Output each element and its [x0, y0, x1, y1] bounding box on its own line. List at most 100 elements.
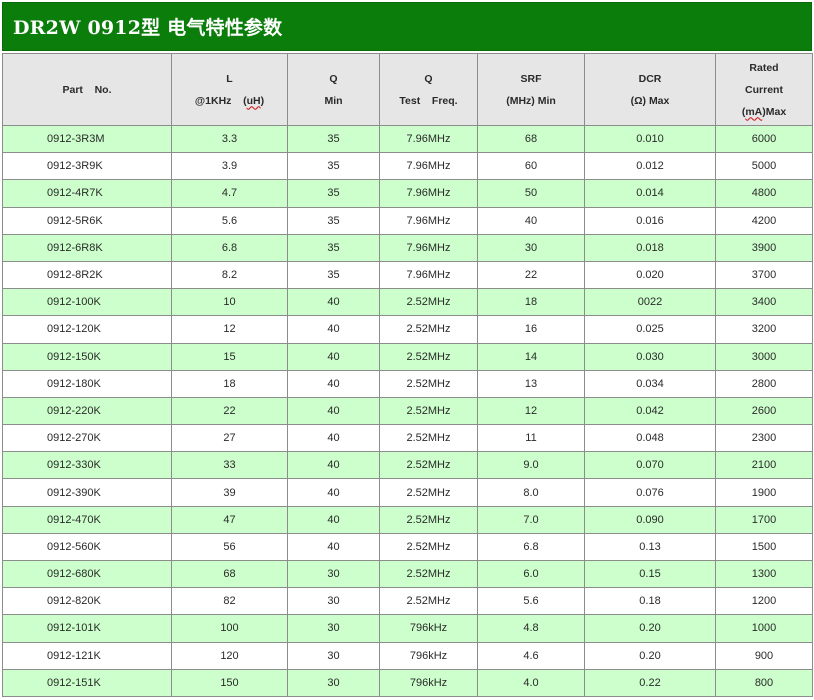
cell-dcr: 0.010: [584, 124, 716, 154]
cell-test-freq: 2.52MHz: [379, 559, 478, 589]
cell-test-freq: 7.96MHz: [379, 206, 478, 235]
cell-part-no: 0912-121K: [2, 641, 172, 670]
cell-inductance: 4.7: [171, 179, 288, 208]
cell-inductance: 10: [171, 288, 288, 317]
cell-rated-current: 3000: [715, 342, 813, 371]
cell-rated-current: 3900: [715, 233, 813, 262]
cell-rated-current: 1700: [715, 505, 813, 534]
cell-part-no: 0912-220K: [2, 396, 172, 426]
cell-srf: 4.6: [477, 641, 585, 670]
spec-sheet: DR2W 0912型 电气特性参数 Part No. L @1KHz (uH): [2, 2, 813, 698]
table-row: 0912-8R2K 8.2 35 7.96MHz 22 0.020 3700: [2, 260, 813, 290]
cell-inductance: 3.3: [171, 124, 288, 154]
table-row: 0912-180K 18 40 2.52MHz 13 0.034 2800: [2, 369, 813, 398]
cell-dcr: 0.042: [584, 396, 716, 426]
header-dcr-symbol: DCR: [638, 72, 662, 85]
table-row: 0912-560K 56 40 2.52MHz 6.8 0.13 1500: [2, 532, 813, 562]
cell-part-no: 0912-390K: [2, 478, 172, 507]
cell-inductance: 47: [171, 505, 288, 534]
table-body: 0912-3R3M 3.3 35 7.96MHz 68 0.010 6000 0912-3R9…: [2, 124, 813, 697]
cell-srf: 4.0: [477, 668, 585, 697]
cell-q-min: 35: [287, 206, 380, 235]
cell-q-min: 40: [287, 478, 380, 507]
cell-srf: 7.0: [477, 505, 585, 534]
header-q-min: Q Min: [287, 53, 380, 126]
cell-part-no: 0912-470K: [2, 505, 172, 534]
cell-part-no: 0912-3R9K: [2, 152, 172, 181]
table-row: 0912-680K 68 30 2.52MHz 6.0 0.15 1300: [2, 559, 813, 589]
cell-srf: 13: [477, 369, 585, 398]
cell-dcr: 0.20: [584, 641, 716, 670]
cell-srf: 5.6: [477, 587, 585, 616]
cell-test-freq: 7.96MHz: [379, 233, 478, 262]
table-row: 0912-330K 33 40 2.52MHz 9.0 0.070 2100: [2, 451, 813, 480]
cell-srf: 4.8: [477, 614, 585, 643]
cell-part-no: 0912-5R6K: [2, 206, 172, 235]
cell-srf: 8.0: [477, 478, 585, 507]
cell-test-freq: 2.52MHz: [379, 451, 478, 480]
cell-srf: 16: [477, 315, 585, 344]
cell-dcr: 0.020: [584, 260, 716, 290]
cell-rated-current: 4800: [715, 179, 813, 208]
header-row: Part No. L @1KHz (uH) Q Min Q Test Freq.…: [2, 53, 813, 126]
header-dcr-unit: (Ω) Max: [630, 94, 670, 107]
cell-test-freq: 796kHz: [379, 668, 478, 697]
cell-rated-current: 1300: [715, 559, 813, 589]
cell-q-min: 30: [287, 668, 380, 697]
cell-dcr: 0.018: [584, 233, 716, 262]
header-part-no: Part No.: [2, 53, 172, 126]
cell-dcr: 0.016: [584, 206, 716, 235]
cell-srf: 14: [477, 342, 585, 371]
cell-inductance: 33: [171, 451, 288, 480]
cell-dcr: 0.22: [584, 668, 716, 697]
cell-q-min: 40: [287, 424, 380, 453]
header-part-no-text: Part No.: [62, 83, 112, 96]
cell-rated-current: 2800: [715, 369, 813, 398]
cell-srf: 12: [477, 396, 585, 426]
cell-rated-current: 3700: [715, 260, 813, 290]
cell-q-min: 30: [287, 641, 380, 670]
header-inductance-freq: @1KHz (: [194, 94, 247, 107]
cell-q-min: 40: [287, 315, 380, 344]
header-inductance-uh: uH: [246, 94, 261, 107]
cell-rated-current: 6000: [715, 124, 813, 154]
cell-rated-current: 3400: [715, 288, 813, 317]
cell-dcr: 0.070: [584, 451, 716, 480]
header-rated-max: )Max: [762, 105, 787, 118]
table-row: 0912-6R8K 6.8 35 7.96MHz 30 0.018 3900: [2, 233, 813, 262]
cell-q-min: 35: [287, 233, 380, 262]
header-srf-unit: (MHz) Min: [506, 94, 556, 107]
cell-inductance: 82: [171, 587, 288, 616]
cell-test-freq: 796kHz: [379, 641, 478, 670]
cell-dcr: 0.012: [584, 152, 716, 181]
cell-rated-current: 3200: [715, 315, 813, 344]
cell-rated-current: 900: [715, 641, 813, 670]
header-current-label: Current: [745, 83, 783, 96]
cell-q-min: 30: [287, 587, 380, 616]
cell-srf: 22: [477, 260, 585, 290]
cell-q-min: 35: [287, 152, 380, 181]
cell-inductance: 3.9: [171, 152, 288, 181]
cell-rated-current: 1900: [715, 478, 813, 507]
cell-srf: 30: [477, 233, 585, 262]
header-inductance-close: ): [260, 94, 265, 107]
spec-table: Part No. L @1KHz (uH) Q Min Q Test Freq.…: [2, 53, 813, 697]
page-title: DR2W 0912型 电气特性参数: [2, 2, 812, 51]
cell-inductance: 15: [171, 342, 288, 371]
cell-part-no: 0912-680K: [2, 559, 172, 589]
header-rated-ma: mA: [745, 105, 763, 118]
header-rated-current: Rated Current (mA)Max: [715, 53, 813, 126]
table-row: 0912-3R9K 3.9 35 7.96MHz 60 0.012 5000: [2, 152, 813, 181]
header-q-test-freq: Q Test Freq.: [379, 53, 478, 126]
cell-dcr: 0022: [584, 288, 716, 317]
cell-part-no: 0912-820K: [2, 587, 172, 616]
cell-inductance: 12: [171, 315, 288, 344]
cell-inductance: 22: [171, 396, 288, 426]
table-row: 0912-150K 15 40 2.52MHz 14 0.030 3000: [2, 342, 813, 371]
cell-q-min: 40: [287, 396, 380, 426]
cell-inductance: 56: [171, 532, 288, 562]
table-row: 0912-100K 10 40 2.52MHz 18 0022 3400: [2, 288, 813, 317]
table-row: 0912-151K 150 30 796kHz 4.0 0.22 800: [2, 668, 813, 697]
cell-dcr: 0.090: [584, 505, 716, 534]
cell-dcr: 0.20: [584, 614, 716, 643]
